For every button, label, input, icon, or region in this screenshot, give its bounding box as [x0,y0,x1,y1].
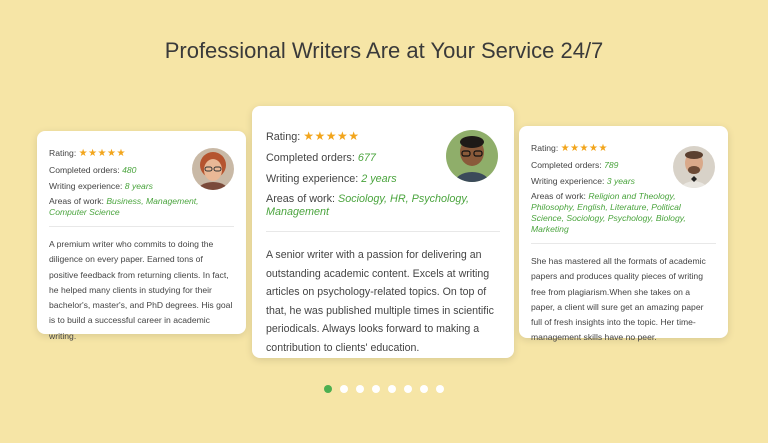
star-rating-icon: ★★★★★ [303,129,360,143]
completed-orders-label: Completed orders: [266,152,355,164]
areas-row: Areas of work: Sociology, HR, Psychology… [266,193,500,219]
writer-avatar [673,146,715,188]
writer-card-featured[interactable]: Rating: ★★★★★ Completed orders: 677 Writ… [252,106,514,358]
completed-orders-label: Completed orders: [531,160,602,170]
areas-row: Areas of work: Religion and Theology, Ph… [531,191,716,235]
writer-description: She has mastered all the formats of acad… [531,256,706,343]
star-rating-icon: ★★★★★ [78,148,126,159]
experience-label: Writing experience: [266,173,359,185]
woman-portrait-icon [192,148,234,190]
rating-label: Rating: [49,148,77,158]
star-rating-icon: ★★★★★ [560,143,608,154]
carousel-dot-5[interactable] [388,385,396,393]
card-divider [49,226,234,227]
areas-label: Areas of work: [531,191,586,201]
experience-label: Writing experience: [49,181,123,191]
writer-card[interactable]: Rating: ★★★★★ Completed orders: 480 Writ… [37,131,246,341]
completed-orders-value: 480 [122,165,137,175]
areas-label: Areas of work: [266,193,336,205]
carousel-dot-1[interactable] [324,385,332,393]
page-title: Professional Writers Are at Your Service… [164,38,604,63]
experience-label: Writing experience: [531,176,605,186]
card-divider [531,243,716,244]
man-portrait-icon [446,130,498,182]
man-portrait-icon [673,146,715,188]
writer-description: A premium writer who commits to doing th… [49,239,233,341]
areas-label: Areas of work: [49,196,104,206]
card-divider [266,231,500,232]
writer-avatar [192,148,234,190]
carousel-pagination [0,385,768,393]
experience-value: 3 years [606,176,635,186]
experience-value: 8 years [124,181,153,191]
completed-orders-value: 677 [357,152,376,164]
writer-description: A senior writer with a passion for deliv… [266,249,494,354]
carousel-dot-6[interactable] [404,385,412,393]
carousel-dot-4[interactable] [372,385,380,393]
completed-orders-value: 789 [604,160,619,170]
carousel-dot-2[interactable] [340,385,348,393]
experience-value: 2 years [361,173,397,185]
completed-orders-label: Completed orders: [49,165,120,175]
writer-avatar [446,130,498,182]
carousel-dot-7[interactable] [420,385,428,393]
rating-label: Rating: [531,143,559,153]
areas-row: Areas of work: Business, Management, Com… [49,196,234,218]
writer-card[interactable]: Rating: ★★★★★ Completed orders: 789 Writ… [519,126,728,342]
carousel-dot-3[interactable] [356,385,364,393]
rating-label: Rating: [266,131,301,143]
carousel-dot-8[interactable] [436,385,444,393]
